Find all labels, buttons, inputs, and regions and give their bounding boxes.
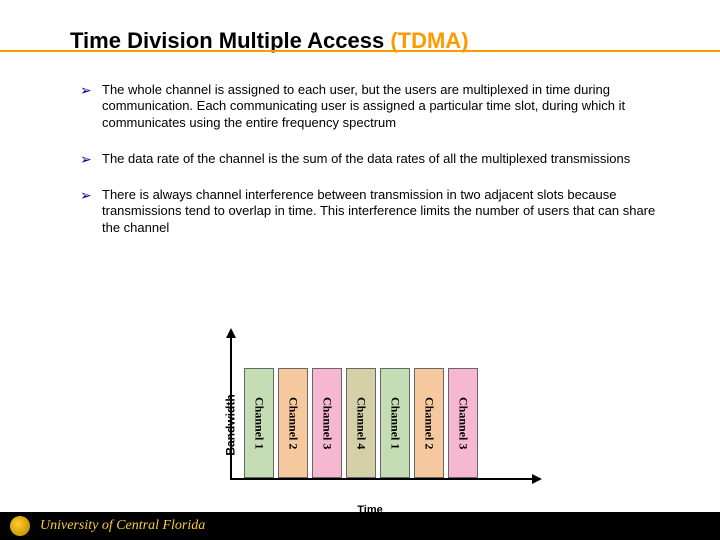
footer-text: University of Central Florida <box>40 518 205 534</box>
slide: Time Division Multiple Access (TDMA) The… <box>0 0 720 540</box>
bar-channel: Channel 2 <box>414 368 444 478</box>
bar-channel: Channel 1 <box>380 368 410 478</box>
bar-label: Channel 1 <box>388 397 403 449</box>
y-axis-line <box>230 334 232 480</box>
bar-label: Channel 2 <box>422 397 437 449</box>
title-underline <box>0 50 720 52</box>
bullet-item: There is always channel interference bet… <box>80 187 660 236</box>
x-axis-arrow-icon <box>532 474 542 484</box>
bar-channel: Channel 4 <box>346 368 376 478</box>
bar-label: Channel 3 <box>320 397 335 449</box>
bar-label: Channel 1 <box>252 397 267 449</box>
bar-channel: Channel 3 <box>448 368 478 478</box>
tdma-chart: Bandwidth Channel 1 Channel 2 Channel 3 … <box>200 340 540 510</box>
bar-channel: Channel 1 <box>244 368 274 478</box>
bullet-item: The data rate of the channel is the sum … <box>80 151 660 167</box>
bullet-list: The whole channel is assigned to each us… <box>80 82 660 236</box>
bullet-item: The whole channel is assigned to each us… <box>80 82 660 131</box>
bar-label: Channel 2 <box>286 397 301 449</box>
y-axis-arrow-icon <box>226 328 236 338</box>
bar-label: Channel 4 <box>354 397 369 449</box>
ucf-logo-icon <box>10 516 30 536</box>
bar-channel: Channel 3 <box>312 368 342 478</box>
footer-bar: University of Central Florida <box>0 512 720 540</box>
chart-bars: Channel 1 Channel 2 Channel 3 Channel 4 … <box>244 368 478 478</box>
bar-channel: Channel 2 <box>278 368 308 478</box>
x-axis-line <box>230 478 536 480</box>
chart-axes: Channel 1 Channel 2 Channel 3 Channel 4 … <box>230 340 530 480</box>
bar-label: Channel 3 <box>456 397 471 449</box>
